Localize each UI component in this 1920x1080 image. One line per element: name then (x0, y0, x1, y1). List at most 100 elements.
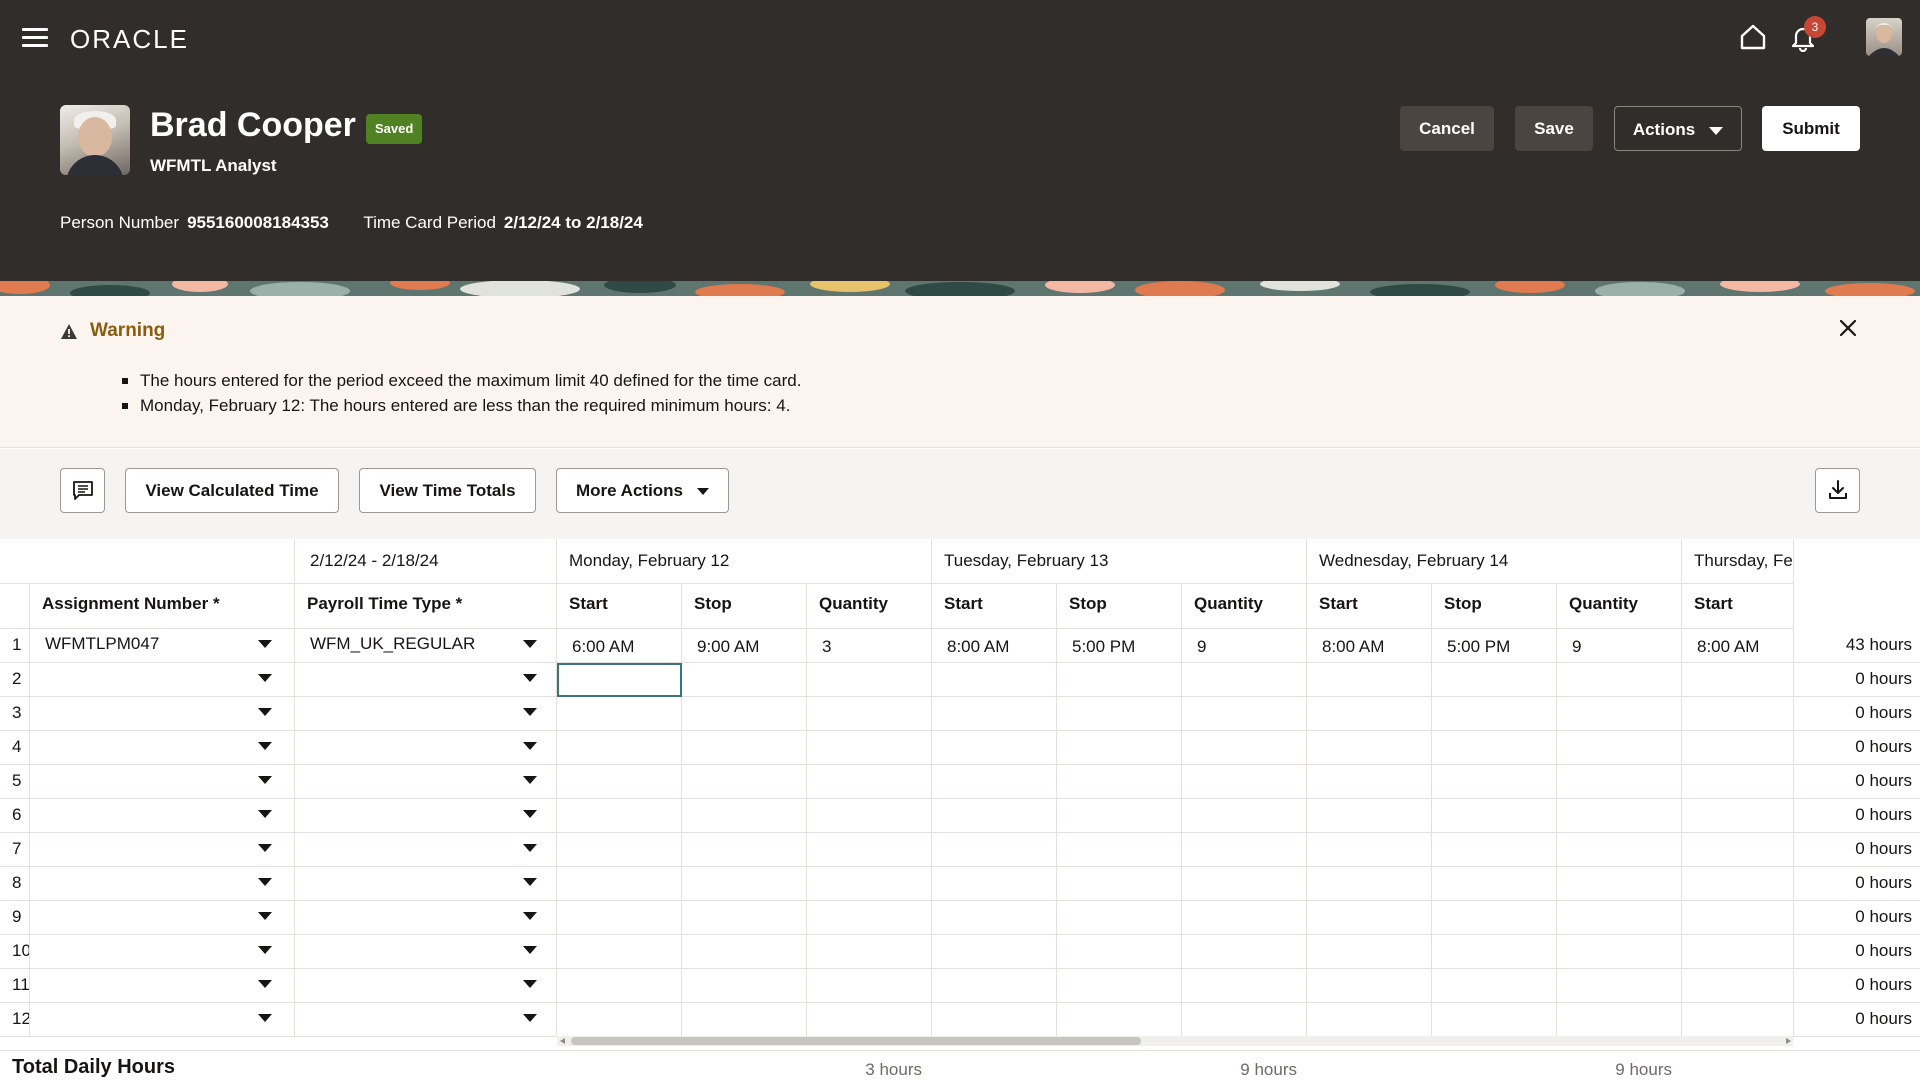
assignment-select[interactable] (30, 663, 295, 697)
time-entry-cell[interactable] (1057, 901, 1182, 935)
save-button[interactable]: Save (1515, 106, 1593, 151)
time-entry-cell[interactable] (1682, 935, 1794, 969)
time-entry-cell[interactable] (1557, 833, 1682, 867)
time-entry-cell[interactable] (807, 663, 932, 697)
assignment-select[interactable] (30, 833, 295, 867)
time-entry-cell[interactable] (1057, 697, 1182, 731)
payroll-time-type-select[interactable] (295, 731, 557, 765)
time-entry-cell[interactable] (1432, 935, 1557, 969)
time-entry-cell[interactable] (557, 765, 682, 799)
time-entry-cell[interactable] (1432, 1003, 1557, 1037)
time-entry-cell[interactable] (557, 833, 682, 867)
payroll-time-type-select[interactable]: WFM_UK_REGULAR (295, 629, 557, 663)
assignment-select[interactable] (30, 1003, 295, 1037)
time-entry-cell[interactable]: 9 (1557, 629, 1682, 663)
submit-button[interactable]: Submit (1762, 106, 1860, 151)
time-entry-cell[interactable] (932, 663, 1057, 697)
time-entry-cell[interactable] (682, 901, 807, 935)
view-time-totals-button[interactable]: View Time Totals (359, 468, 536, 513)
assignment-select[interactable] (30, 765, 295, 799)
view-calculated-time-button[interactable]: View Calculated Time (125, 468, 339, 513)
user-avatar[interactable] (1866, 18, 1902, 56)
time-entry-cell[interactable] (1307, 833, 1432, 867)
close-icon[interactable] (1836, 316, 1860, 340)
column-header-start[interactable]: Start (932, 584, 1057, 629)
time-entry-cell[interactable] (1307, 935, 1432, 969)
time-entry-cell[interactable] (1682, 731, 1794, 765)
payroll-time-type-select[interactable] (295, 697, 557, 731)
payroll-time-type-select[interactable] (295, 935, 557, 969)
time-entry-cell[interactable] (682, 697, 807, 731)
time-entry-cell[interactable] (932, 935, 1057, 969)
time-entry-cell[interactable] (1432, 697, 1557, 731)
time-entry-cell[interactable] (1682, 901, 1794, 935)
time-entry-cell[interactable] (932, 765, 1057, 799)
payroll-time-type-select[interactable] (295, 765, 557, 799)
time-entry-cell[interactable]: 9:00 AM (682, 629, 807, 663)
assignment-select[interactable] (30, 799, 295, 833)
assignment-select[interactable] (30, 969, 295, 1003)
payroll-time-type-select[interactable] (295, 901, 557, 935)
time-entry-cell[interactable] (1682, 1003, 1794, 1037)
time-entry-cell[interactable] (1432, 663, 1557, 697)
payroll-time-type-select[interactable] (295, 663, 557, 697)
time-entry-cell[interactable] (557, 1003, 682, 1037)
time-entry-cell[interactable] (807, 935, 932, 969)
time-entry-cell[interactable] (1182, 935, 1307, 969)
column-header-quantity[interactable]: Quantity (807, 584, 932, 629)
oracle-logo[interactable]: ORACLE (70, 24, 189, 55)
time-entry-cell[interactable] (1682, 765, 1794, 799)
time-entry-cell[interactable] (557, 935, 682, 969)
time-entry-cell[interactable] (807, 833, 932, 867)
time-entry-cell[interactable] (557, 867, 682, 901)
time-entry-cell[interactable] (932, 799, 1057, 833)
more-actions-button[interactable]: More Actions (556, 468, 729, 513)
time-entry-cell[interactable] (682, 867, 807, 901)
payroll-time-type-select[interactable] (295, 833, 557, 867)
time-entry-cell[interactable] (1057, 969, 1182, 1003)
time-entry-cell[interactable] (1182, 1003, 1307, 1037)
time-entry-cell[interactable] (1432, 833, 1557, 867)
time-entry-cell[interactable] (557, 969, 682, 1003)
time-entry-cell[interactable] (932, 969, 1057, 1003)
time-entry-cell[interactable] (1682, 867, 1794, 901)
time-entry-cell[interactable] (1432, 799, 1557, 833)
time-entry-cell[interactable] (807, 901, 932, 935)
assignment-select[interactable]: WFMTLPM047 (30, 629, 295, 663)
column-header-payroll-type[interactable]: Payroll Time Type * (295, 584, 557, 629)
time-entry-cell[interactable] (1057, 1003, 1182, 1037)
time-entry-cell[interactable]: 8:00 AM (932, 629, 1057, 663)
column-header-start[interactable]: Start (1307, 584, 1432, 629)
home-icon[interactable] (1738, 22, 1768, 52)
time-entry-cell[interactable] (682, 765, 807, 799)
assignment-select[interactable] (30, 935, 295, 969)
time-entry-cell[interactable] (1057, 663, 1182, 697)
time-entry-cell[interactable] (1557, 765, 1682, 799)
column-header-stop[interactable]: Stop (1432, 584, 1557, 629)
time-entry-cell[interactable] (1182, 799, 1307, 833)
time-entry-cell[interactable] (1307, 731, 1432, 765)
time-entry-cell[interactable] (682, 663, 807, 697)
time-entry-cell[interactable] (1182, 697, 1307, 731)
time-entry-cell[interactable] (682, 833, 807, 867)
time-entry-cell[interactable] (932, 833, 1057, 867)
time-entry-cell[interactable] (557, 697, 682, 731)
time-entry-cell[interactable] (807, 1003, 932, 1037)
time-entry-cell[interactable] (932, 697, 1057, 731)
time-entry-cell[interactable] (807, 867, 932, 901)
time-entry-cell[interactable] (932, 901, 1057, 935)
time-entry-cell[interactable]: 5:00 PM (1432, 629, 1557, 663)
time-entry-cell[interactable] (1432, 867, 1557, 901)
assignment-select[interactable] (30, 697, 295, 731)
time-entry-cell[interactable] (1182, 867, 1307, 901)
time-entry-cell[interactable] (1182, 969, 1307, 1003)
time-entry-cell[interactable] (557, 799, 682, 833)
time-entry-cell[interactable] (682, 799, 807, 833)
time-entry-cell[interactable] (1057, 935, 1182, 969)
menu-icon[interactable] (22, 28, 48, 48)
time-entry-cell[interactable] (1307, 799, 1432, 833)
column-header-quantity[interactable]: Quantity (1182, 584, 1307, 629)
time-entry-cell[interactable] (682, 969, 807, 1003)
time-entry-cell[interactable] (807, 969, 932, 1003)
assignment-select[interactable] (30, 867, 295, 901)
